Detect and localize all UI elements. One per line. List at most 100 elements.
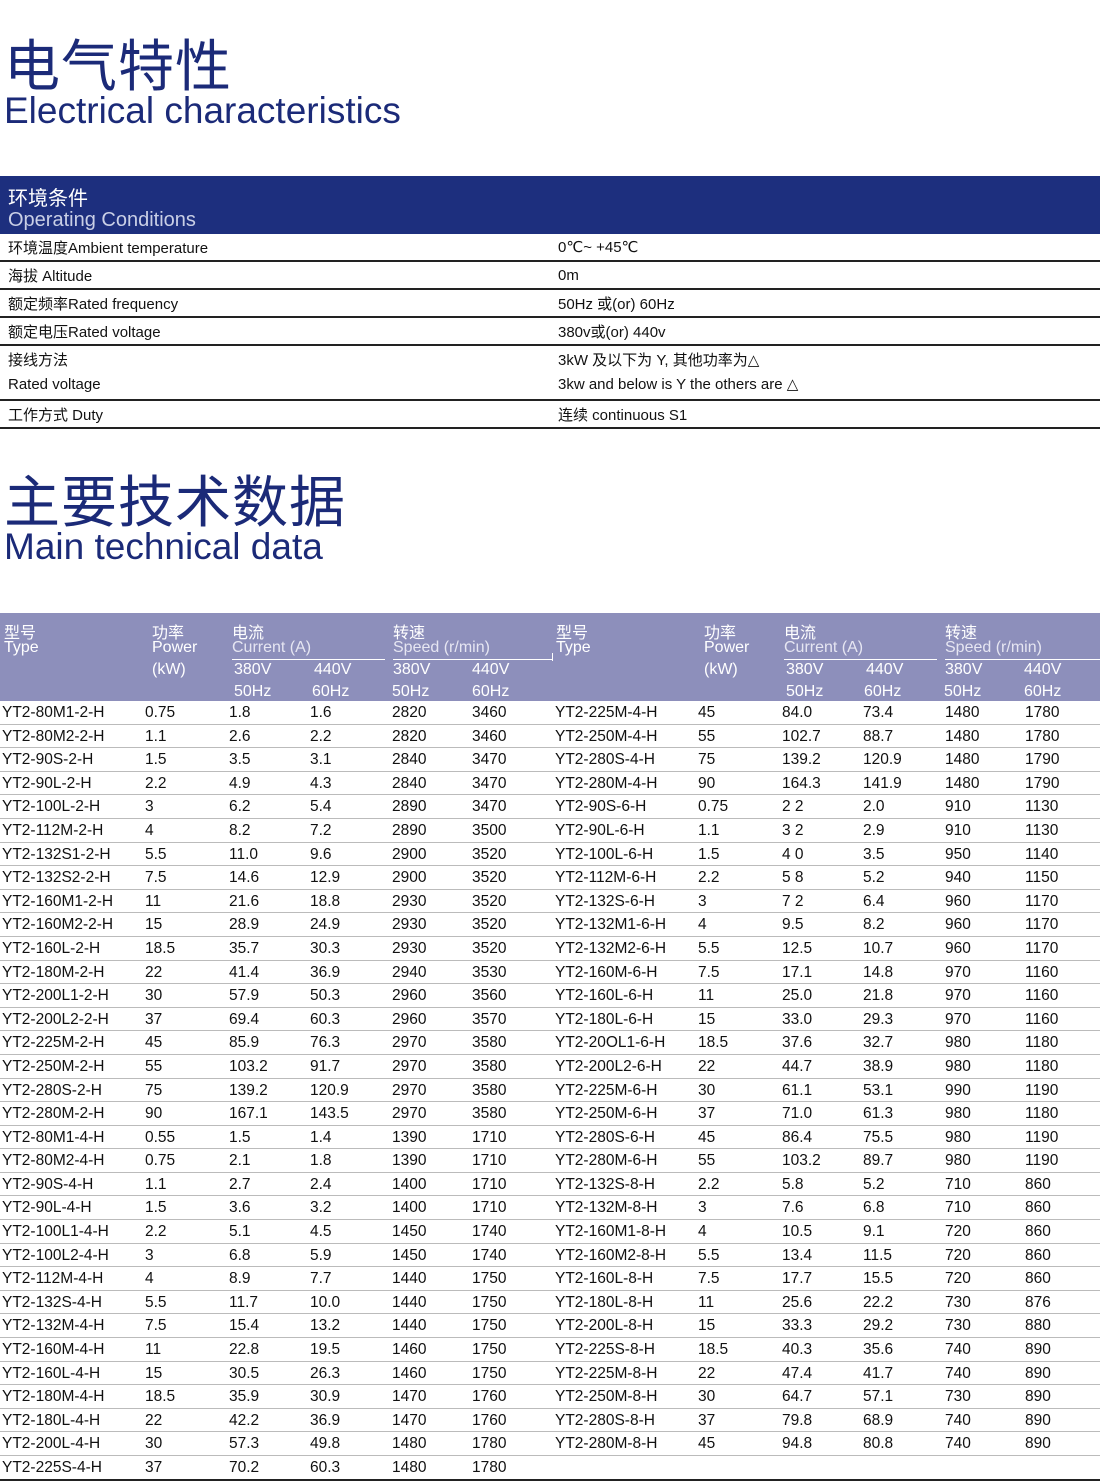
cell-current-440v: 22.2 [863,1293,894,1311]
cell-power: 55 [698,1152,716,1170]
cell-current-380v: 7.6 [782,1199,804,1217]
condition-row: 接线方法 Rated voltage 3kW 及以下为 Y, 其他功率为△ 3k… [0,346,1100,401]
cell-power: 22 [698,1364,716,1382]
cell-current-380v: 6.2 [229,798,251,816]
cell-power: 7.5 [698,1270,720,1288]
cell-current-380v: 139.2 [229,1081,268,1099]
cell-current-440v: 41.7 [863,1364,894,1382]
cell-current-440v: 49.8 [310,1435,341,1453]
cell-speed-440v: 1710 [472,1175,507,1193]
cell-type: YT2-225M-4-H [555,704,658,721]
cell-current-380v: 139.2 [782,751,821,769]
table-row: YT2-100L-2-H 3 6.2 5.4 2890 3470 YT2-90S-6-H 0.… [0,795,1100,819]
condition-row: 工作方式 Duty 连续 continuous S1 [0,401,1100,429]
cell-current-380v: 5.1 [229,1223,251,1241]
cell-type: YT2-280S-4-H [555,751,655,769]
table-row: YT2-112M-2-H 4 8.2 7.2 2890 3500 YT2-90L-6-H 1.… [0,819,1100,843]
cell-speed-380v: 1480 [945,751,980,769]
cell-current-380v: 71.0 [782,1105,813,1123]
cell-speed-440v: 860 [1025,1270,1051,1288]
condition-key: 接线方法 Rated voltage [0,349,552,397]
cell-current-440v: 35.6 [863,1341,894,1359]
cell-type: YT2-132M2-6-H [555,939,667,957]
cell-power: 15 [698,1317,716,1335]
cell-type: YT2-90L-4-H [2,1199,92,1217]
cell-power: 55 [145,1057,163,1075]
cell-current-440v: 3.2 [310,1199,332,1217]
cell-speed-440v: 1150 [1025,869,1059,887]
cell-speed-440v: 3580 [472,1057,507,1075]
cell-type: YT2-112M-4-H [2,1270,104,1288]
cell-speed-380v: 970 [945,1010,971,1028]
cell-speed-380v: 720 [945,1246,971,1264]
cell-speed-380v: 1480 [945,727,980,745]
cell-current-440v: 2.9 [863,821,885,839]
cell-power: 18.5 [145,1388,176,1406]
cell-power: 4 [145,1270,154,1288]
header-power-unit: (kW) [704,661,738,678]
cell-speed-380v: 1390 [392,1128,427,1146]
cell-current-380v: 57.3 [229,1435,260,1453]
cell-speed-380v: 960 [945,892,971,910]
cell-current-440v: 32.7 [863,1034,894,1052]
cell-current-380v: 8.9 [229,1270,251,1288]
cell-current-380v: 35.7 [229,939,260,957]
cell-current-380v: 33.0 [782,1010,813,1028]
cell-speed-440v: 1140 [1025,845,1059,863]
cell-current-380v: 22.8 [229,1341,260,1359]
cell-current-440v: 1.8 [310,1152,332,1170]
cell-power: 3 [145,1246,154,1264]
cell-speed-380v: 720 [945,1270,971,1288]
table-row: YT2-160L-4-H 15 30.5 26.3 1460 1750 YT2-225M-8… [0,1362,1100,1386]
cell-type: YT2-160M-6-H [555,963,658,981]
table-row: YT2-132S1-2-H 5.5 11.0 9.6 2900 3520 YT2-100L-… [0,843,1100,867]
cell-speed-440v: 3460 [472,704,507,721]
cell-speed-380v: 1400 [392,1199,427,1217]
cell-speed-380v: 710 [945,1199,971,1217]
cell-speed-380v: 980 [945,1152,971,1170]
cell-type: YT2-280S-8-H [555,1411,655,1429]
cell-speed-380v: 970 [945,963,971,981]
cell-power: 18.5 [145,939,176,957]
section-title-technical: 主要技术数据 Main technical data [4,476,346,566]
cell-current-380v: 13.4 [782,1246,813,1264]
cell-speed-380v: 950 [945,845,971,863]
cell-type: YT2-100L1-4-H [2,1223,109,1241]
cell-current-440v: 7.2 [310,821,332,839]
cell-type: YT2-80M2-4-H [2,1152,105,1170]
header-v440: 440V [1024,661,1062,678]
header-divider [552,653,553,661]
cell-speed-380v: 2900 [392,845,427,863]
cell-current-380v: 9.5 [782,916,804,934]
cell-power: 37 [698,1411,716,1429]
header-v440: 440V [472,661,510,678]
cell-speed-380v: 960 [945,916,971,934]
cell-current-440v: 30.9 [310,1388,341,1406]
table-row: YT2-180M-4-H 18.5 35.9 30.9 1470 1760 YT2-250M… [0,1385,1100,1409]
technical-data-table: 型号 Type 功率 Power (kW) 电流 Current (A) 转速 Speed (r… [0,613,1100,1481]
cell-speed-380v: 910 [945,798,971,816]
cell-current-440v: 53.1 [863,1081,894,1099]
cell-power: 0.75 [698,798,729,816]
table-row: YT2-80M1-4-H 0.55 1.5 1.4 1390 1710 YT2-280S-6… [0,1126,1100,1150]
cell-speed-380v: 1480 [392,1459,427,1476]
cell-current-440v: 60.3 [310,1010,341,1028]
cell-speed-380v: 960 [945,939,971,957]
cell-power: 3 [698,1199,707,1217]
cell-speed-380v: 940 [945,869,971,887]
cell-power: 7.5 [145,869,167,887]
cell-type: YT2-160M-4-H [2,1341,105,1359]
cell-speed-380v: 1440 [392,1317,427,1335]
condition-value: 0m [558,266,579,284]
header-v380: 380V [234,661,272,678]
cell-current-380v: 85.9 [229,1034,260,1052]
cell-speed-380v: 2960 [392,987,427,1005]
cell-speed-440v: 1180 [1025,1105,1059,1123]
cell-current-380v: 37.6 [782,1034,813,1052]
cell-current-380v: 14.6 [229,869,260,887]
cell-current-440v: 10.7 [863,939,894,957]
cell-type: YT2-20OL1-6-H [555,1034,666,1052]
cell-power: 4 [698,916,707,934]
cell-type: YT2-160L-6-H [555,987,654,1005]
cell-current-380v: 2.6 [229,727,251,745]
